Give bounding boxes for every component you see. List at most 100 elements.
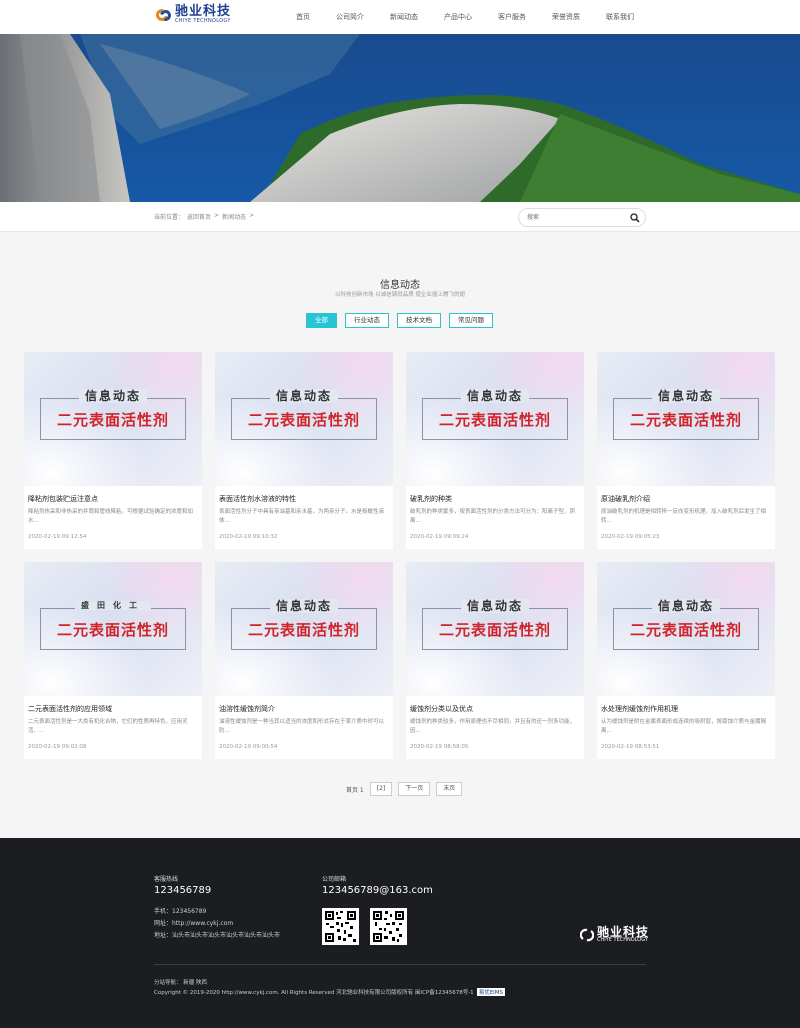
email-label: 公司邮箱 [322, 876, 347, 883]
email-address[interactable]: 123456789@163.com [322, 885, 433, 896]
site-footer: 客服热线 123456789 公司邮箱 123456789@163.com 手机… [0, 838, 800, 1028]
tab-all[interactable]: 全部 [306, 313, 337, 328]
news-card-image: 信息动态 二元表面活性剂 [215, 562, 393, 696]
news-card[interactable]: 信息动态 二元表面活性剂 表面活性剂水溶液的特性 表面活性剂分子中具有亲油基和亲… [215, 352, 393, 549]
news-card[interactable]: 信息动态 二元表面活性剂 油溶性缓蚀剂简介 油溶性缓蚀剂是一种当其以适当的浓度和… [215, 562, 393, 759]
thumb-heading: 信息动态 [269, 389, 338, 403]
news-card-image: 信息动态 二元表面活性剂 [597, 562, 775, 696]
thumb-main-text: 二元表面活性剂 [438, 621, 551, 639]
tab-industry-news[interactable]: 行业动态 [345, 313, 389, 328]
footer-website[interactable]: 网址：http://www.cykj.com [154, 918, 233, 927]
section-subtitle: 以科技创新市场 以诚信铸就品质 使企业插上腾飞的翅 [335, 292, 465, 298]
nav-products[interactable]: 产品中心 [444, 12, 472, 22]
category-tabs: 全部 行业动态 技术文档 常见问题 [306, 313, 493, 328]
pagination-first[interactable]: 首页 1 [346, 785, 364, 794]
hotline-label: 客服热线 [154, 876, 179, 883]
news-card-summary: 二元表面活性剂是一大类有机化合物，它们的性质再特色，应用灵活、... [28, 719, 188, 734]
nav-honors[interactable]: 荣誉资质 [552, 12, 580, 22]
pagination-next-button[interactable]: 下一页 [398, 782, 431, 796]
thumb-heading: 信息动态 [651, 599, 720, 613]
site-logo[interactable]: 驰业科技 CHIYE TECHNOLOGY [153, 4, 232, 24]
news-card-date: 2020-02-19 09:12:54 [28, 534, 87, 540]
news-card-date: 2020-02-19 09:10:32 [219, 534, 278, 540]
nav-news[interactable]: 新闻动态 [390, 12, 418, 22]
footer-logo-subtitle: CHIYE TECHNOLOGY [597, 937, 648, 943]
news-card[interactable]: 信息动态 二元表面活性剂 降粘剂包装贮运注意点 降粘剂热采和非热采的井筒和管线降… [24, 352, 202, 549]
hero-banner [0, 34, 800, 202]
breadcrumb-bar: 当前位置： 返回首页 > 新闻动态 > [0, 202, 800, 232]
thumb-main-text: 二元表面活性剂 [629, 411, 742, 429]
thumb-heading: 信息动态 [460, 599, 529, 613]
news-card[interactable]: 信息动态 二元表面活性剂 缓蚀剂分类以及优点 缓蚀剂的种类较多，作用原理也不尽相… [406, 562, 584, 759]
news-card-image: 信息动态 二元表面活性剂 [406, 562, 584, 696]
news-card-title[interactable]: 表面活性剂水溶液的特性 [215, 486, 393, 508]
news-card[interactable]: 信息动态 二元表面活性剂 原油破乳剂介绍 原油破乳剂的机理是相转移一反向变形机理… [597, 352, 775, 549]
thumb-heading: 信息动态 [78, 389, 147, 403]
footer-link-shaanxi[interactable]: 陕西 [196, 980, 207, 986]
breadcrumb-separator: > [249, 212, 255, 219]
tab-technical-docs[interactable]: 技术文档 [397, 313, 441, 328]
nav-about[interactable]: 公司简介 [336, 12, 364, 22]
breadcrumb-prefix: 当前位置： [154, 214, 185, 221]
news-card-title[interactable]: 二元表面活性剂的应用领域 [24, 696, 202, 718]
news-card-title[interactable]: 原油破乳剂介绍 [597, 486, 775, 508]
search-icon[interactable] [630, 213, 640, 223]
news-card[interactable]: 信息动态 二元表面活性剂 水处理剂缓蚀剂作用机理 认为缓蚀剂是附在金属表面形成连… [597, 562, 775, 759]
footer-divider [154, 964, 646, 965]
tab-faq[interactable]: 常见问题 [449, 313, 493, 328]
pagination-current-page[interactable]: [2] [369, 782, 393, 796]
qr-code-image [322, 908, 359, 945]
footer-link-xinjiang[interactable]: 新疆 [183, 980, 194, 986]
news-card-date: 2020-02-19 08:58:05 [410, 744, 469, 750]
logo-mark-icon [153, 6, 174, 23]
nav-contact[interactable]: 联系我们 [606, 12, 634, 22]
eims-badge[interactable]: 易优EIMS [476, 988, 506, 996]
footer-logo[interactable]: 驰业科技 CHIYE TECHNOLOGY [580, 926, 649, 943]
thumb-heading: 信息动态 [269, 599, 338, 613]
footer-links-label: 分站导航： [154, 980, 182, 986]
news-card-image: 信息动态 二元表面活性剂 [215, 352, 393, 486]
breadcrumb-separator: > [214, 212, 220, 219]
news-card-date: 2020-02-19 08:53:51 [601, 744, 660, 750]
news-card-date: 2020-02-19 09:05:23 [601, 534, 660, 540]
news-card[interactable]: 信息动态 二元表面活性剂 破乳剂的种类 破乳剂的种类繁多，按表面活性剂的分类方法… [406, 352, 584, 549]
qr-code-image [370, 908, 407, 945]
news-card-date: 2020-02-19 09:02:08 [28, 744, 87, 750]
news-card-summary: 缓蚀剂的种类较多，作用原理也不尽相同，并且有的还一剂多功能，因... [410, 719, 576, 734]
thumb-main-text: 二元表面活性剂 [247, 411, 360, 429]
logo-subtitle: CHIYE TECHNOLOGY [175, 18, 231, 24]
news-card-summary: 降粘剂热采和非热采的井筒和管线降粘，可根据试验确定的浓度和加水... [28, 509, 194, 524]
thumb-heading: 盛田化工 [75, 601, 151, 610]
news-card-summary: 油溶性缓蚀剂是一种当其以适当的浓度和形式存在于某介质中时可以防... [219, 719, 385, 734]
news-card-title[interactable]: 水处理剂缓蚀剂作用机理 [597, 696, 775, 718]
main-nav: 首页 公司简介 新闻动态 产品中心 客户服务 荣誉资质 联系我们 [296, 0, 660, 34]
news-card-image: 信息动态 二元表面活性剂 [597, 352, 775, 486]
search-box [518, 208, 646, 227]
nav-home[interactable]: 首页 [296, 12, 310, 22]
breadcrumb: 当前位置： 返回首页 > 新闻动态 > [154, 212, 254, 221]
news-card-title[interactable]: 破乳剂的种类 [406, 486, 584, 508]
thumb-heading: 信息动态 [651, 389, 720, 403]
search-input[interactable] [527, 212, 627, 224]
news-card[interactable]: 盛田化工 二元表面活性剂 二元表面活性剂的应用领域 二元表面活性剂是一大类有机化… [24, 562, 202, 759]
news-card-summary: 原油破乳剂的机理是相转移一反向变形机理。加入破乳剂后发生了相转... [601, 509, 767, 524]
news-card-summary: 表面活性剂分子中具有亲油基和亲水基，为两亲分子。水是极概性液体... [219, 509, 385, 524]
breadcrumb-home-link[interactable]: 返回首页 [187, 212, 211, 221]
footer-copyright-line: Copyright © 2019-2020 http://www.cykj.co… [154, 988, 506, 996]
news-card-title[interactable]: 缓蚀剂分类以及优点 [406, 696, 584, 718]
news-card-title[interactable]: 降粘剂包装贮运注意点 [24, 486, 202, 508]
logo-name: 驰业科技 [175, 4, 232, 19]
breadcrumb-current-link[interactable]: 新闻动态 [222, 212, 246, 221]
news-card-image: 信息动态 二元表面活性剂 [406, 352, 584, 486]
site-header: 驰业科技 CHIYE TECHNOLOGY 首页 公司简介 新闻动态 产品中心 … [0, 0, 800, 34]
footer-phone: 手机：123456789 [154, 908, 207, 915]
nav-service[interactable]: 客户服务 [498, 12, 526, 22]
pagination-last-button[interactable]: 末页 [436, 782, 463, 796]
thumb-main-text: 二元表面活性剂 [438, 411, 551, 429]
thumb-main-text: 二元表面活性剂 [56, 411, 169, 429]
pagination: 首页 1 [2] 下一页 末页 [346, 782, 463, 796]
news-card-date: 2020-02-19 09:09:24 [410, 534, 469, 540]
news-card-title[interactable]: 油溶性缓蚀剂简介 [215, 696, 393, 718]
footer-logo-mark-icon [580, 928, 594, 941]
section-title: 信息动态 [380, 280, 420, 291]
